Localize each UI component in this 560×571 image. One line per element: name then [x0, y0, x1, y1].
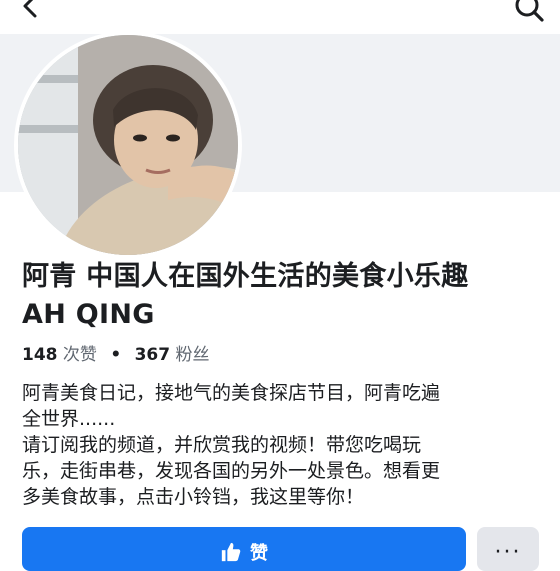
bio-line: 乐，走街串巷，发现各国的另外一处景色。想看更 [22, 460, 441, 482]
profile-bio: 阿青美食日记，接地气的美食探店节目，阿青吃遍 全世界...... 请订阅我的频道… [22, 380, 552, 510]
bio-line: 全世界...... [22, 408, 116, 430]
more-icon: ··· [494, 539, 522, 565]
like-button[interactable]: 赞 [22, 527, 466, 571]
chevron-left-icon[interactable] [16, 0, 46, 24]
likes-label: 次赞 [62, 345, 97, 365]
likes-count[interactable]: 148 [22, 345, 58, 365]
profile-stats: 148 次赞 • 367 粉丝 [22, 342, 210, 368]
page-title-line1: 阿青 中国人在国外生活的美食小乐趣 [22, 261, 469, 292]
bio-line: 多美食故事，点击小铃铛，我这里等你！ [22, 486, 365, 508]
bio-line: 阿青美食日记，接地气的美食探店节目，阿青吃遍 [22, 382, 441, 404]
profile-avatar[interactable] [14, 31, 242, 259]
like-button-label: 赞 [250, 543, 268, 564]
followers-label: 粉丝 [175, 345, 210, 365]
page-title-line2: AH QING [22, 299, 155, 330]
avatar-image [18, 35, 238, 255]
top-bar [0, 0, 560, 34]
stats-separator: • [110, 345, 122, 365]
page-title: 阿青 中国人在国外生活的美食小乐趣 AH QING [22, 258, 552, 334]
more-options-button[interactable]: ··· [477, 527, 539, 571]
followers-count[interactable]: 367 [135, 345, 171, 365]
bio-line: 请订阅我的频道，并欣赏我的视频！带您吃喝玩 [22, 434, 422, 456]
search-icon[interactable] [512, 0, 546, 26]
